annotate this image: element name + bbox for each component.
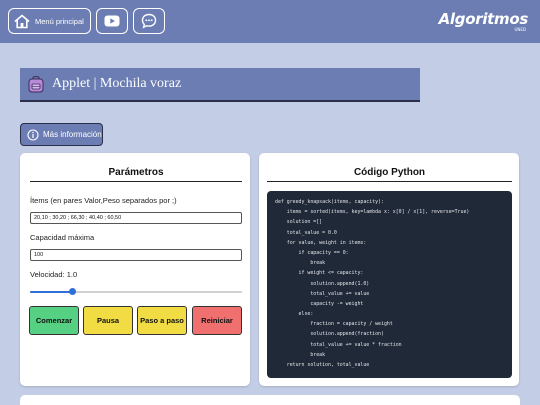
code-line: for value, weight in items:: [275, 239, 367, 246]
bottom-panel: [20, 395, 520, 405]
logo-subtext: UNED: [514, 27, 526, 32]
code-line: total_value += value: [275, 290, 370, 297]
top-navigation-bar: Menú principal Algoritmos UNED: [0, 0, 540, 43]
applet-title-banner: Applet | Mochila voraz: [20, 68, 420, 102]
speed-label: Velocidad: 1.0: [30, 270, 78, 279]
code-line: break: [275, 351, 326, 358]
code-line: items = sorted(items, key=lambda x: x[0]…: [275, 209, 470, 216]
parameters-panel: Parámetros Ítems (en pares Valor,Peso se…: [20, 153, 250, 386]
step-by-step-button[interactable]: Paso a paso: [137, 306, 187, 335]
code-line: if weight <= capacity:: [275, 270, 364, 277]
code-line: solution.append(fraction): [275, 331, 384, 338]
items-input[interactable]: 20,10 ; 30,20 ; 66,30 ; 40,40 ; 60,50: [30, 212, 242, 224]
chat-bubble-icon: [141, 13, 157, 29]
reset-button[interactable]: Reiniciar: [192, 306, 242, 335]
code-line: else:: [275, 311, 314, 318]
speed-slider[interactable]: [30, 288, 242, 295]
youtube-icon: [104, 15, 120, 27]
parameters-title: Parámetros: [108, 167, 164, 178]
code-line: def greedy_knapsack(items, capacity):: [275, 199, 384, 205]
page-title: Applet | Mochila voraz: [52, 76, 182, 91]
code-line: break: [275, 260, 326, 267]
more-info-button[interactable]: Más información: [20, 123, 103, 146]
youtube-button[interactable]: [96, 8, 128, 34]
code-block: def greedy_knapsack(items, capacity): it…: [267, 191, 512, 378]
code-line: total_value += value * fraction: [275, 341, 402, 348]
main-menu-button[interactable]: Menú principal: [8, 8, 91, 34]
code-line: capacity -= weight: [275, 300, 364, 307]
code-line: total_value = 0.0: [275, 229, 337, 236]
home-icon: [14, 14, 30, 28]
speed-slider-thumb[interactable]: [68, 288, 76, 295]
python-code-panel: Código Python def greedy_knapsack(items,…: [259, 153, 519, 386]
code-line: fraction = capacity / weight: [275, 321, 393, 328]
code-divider: [267, 181, 512, 182]
capacity-input[interactable]: 100: [30, 249, 242, 261]
algoritmos-logo[interactable]: Algoritmos UNED: [438, 10, 529, 32]
speed-slider-fill: [30, 291, 73, 293]
code-line: return solution, total_value: [275, 362, 370, 368]
start-button[interactable]: Comenzar: [29, 306, 79, 335]
more-info-label: Más información: [43, 130, 102, 139]
backpack-icon: [28, 76, 44, 93]
code-title: Código Python: [353, 167, 426, 178]
parameters-divider: [30, 181, 242, 182]
code-line: solution.append(1.0): [275, 280, 370, 287]
code-line: solution =[]: [275, 219, 323, 226]
logo-text: Algoritmos: [438, 10, 529, 28]
pause-button[interactable]: Pausa: [83, 306, 133, 335]
capacity-label: Capacidad máxima: [30, 233, 95, 242]
main-menu-label: Menú principal: [35, 16, 84, 26]
info-icon: [27, 128, 39, 141]
items-label: Ítems (en pares Valor,Peso separados por…: [30, 196, 177, 205]
code-line: if capacity == 0:: [275, 249, 349, 256]
chat-button[interactable]: [133, 8, 165, 34]
